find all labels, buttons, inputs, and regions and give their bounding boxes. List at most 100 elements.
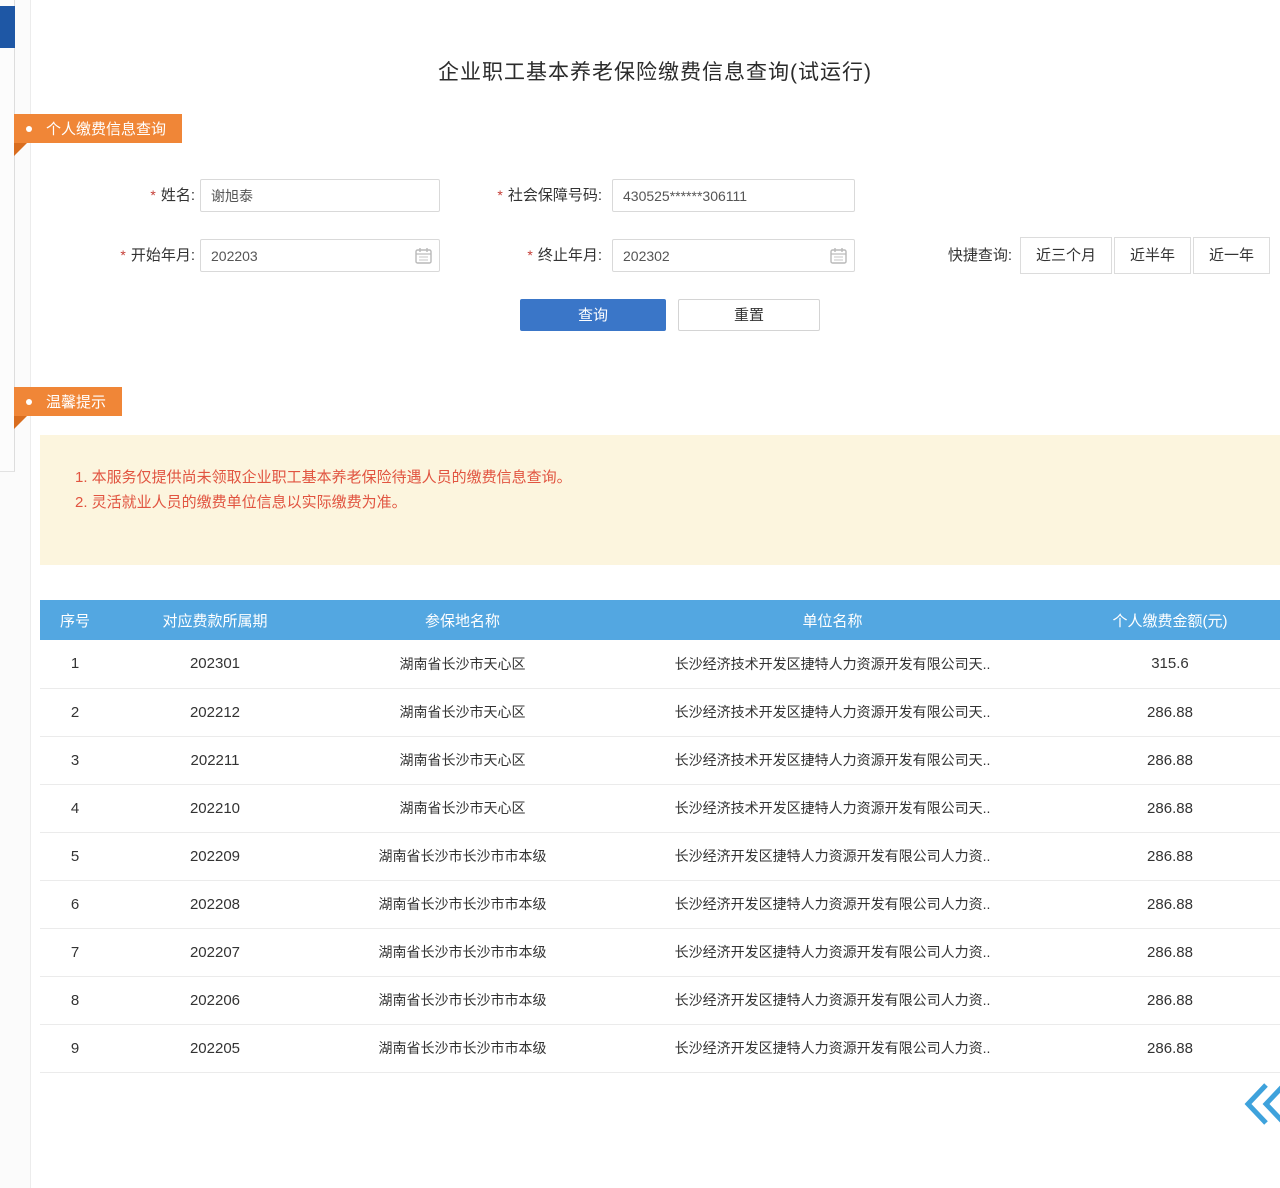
cell-place: 湖南省长沙市长沙市市本级 [320,832,605,880]
required-asterisk: * [120,247,125,263]
end-month-input[interactable] [612,239,855,272]
table-row: 3 202211 湖南省长沙市天心区 长沙经济技术开发区捷特人力资源开发有限公司… [40,736,1280,784]
required-asterisk: * [527,247,532,263]
cell-index: 9 [40,1024,110,1072]
table-row: 8 202206 湖南省长沙市长沙市市本级 长沙经济开发区捷特人力资源开发有限公… [40,976,1280,1024]
cell-unit: 长沙经济技术开发区捷特人力资源开发有限公司天.. [605,688,1060,736]
section-badge-tips: 温馨提示 [14,387,122,416]
col-header-unit: 单位名称 [605,600,1060,640]
required-asterisk: * [150,187,155,203]
cell-period: 202205 [110,1024,320,1072]
cell-place: 湖南省长沙市长沙市市本级 [320,1024,605,1072]
pension-query-page: { "page": { "title": "企业职工基本养老保险缴费信息查询(试… [0,0,1280,1188]
cell-place: 湖南省长沙市长沙市市本级 [320,880,605,928]
cell-amount: 286.88 [1060,832,1280,880]
cell-index: 7 [40,928,110,976]
cell-period: 202208 [110,880,320,928]
section-badge-label: 个人缴费信息查询 [46,118,166,139]
name-input[interactable] [200,179,440,212]
cell-index: 6 [40,880,110,928]
bullet-dot-icon [26,126,32,132]
start-month-field-wrap [200,239,440,272]
cell-unit: 长沙经济开发区捷特人力资源开发有限公司人力资.. [605,976,1060,1024]
cell-unit: 长沙经济开发区捷特人力资源开发有限公司人力资.. [605,880,1060,928]
cell-period: 202210 [110,784,320,832]
table-row: 7 202207 湖南省长沙市长沙市市本级 长沙经济开发区捷特人力资源开发有限公… [40,928,1280,976]
quick-query-label: 快捷查询: [920,241,1012,271]
start-month-label: *开始年月: [60,239,195,272]
cell-period: 202211 [110,736,320,784]
collapsed-side-panel [0,0,15,472]
cell-unit: 长沙经济技术开发区捷特人力资源开发有限公司天.. [605,640,1060,688]
table-row: 1 202301 湖南省长沙市天心区 长沙经济技术开发区捷特人力资源开发有限公司… [40,640,1280,688]
table-row: 4 202210 湖南省长沙市天心区 长沙经济技术开发区捷特人力资源开发有限公司… [40,784,1280,832]
table-row: 2 202212 湖南省长沙市天心区 长沙经济技术开发区捷特人力资源开发有限公司… [40,688,1280,736]
cell-amount: 315.6 [1060,640,1280,688]
section-badge-label: 温馨提示 [46,391,106,412]
cell-place: 湖南省长沙市天心区 [320,640,605,688]
table-header-row: 序号 对应费款所属期 参保地名称 单位名称 个人缴费金额(元) [40,600,1280,640]
quick-btn-last-half-year[interactable]: 近半年 [1114,237,1191,274]
cell-index: 5 [40,832,110,880]
double-left-chevron-icon[interactable] [1242,1080,1280,1128]
ssn-field-wrap [612,179,855,212]
cell-amount: 286.88 [1060,880,1280,928]
section-badge-personal-query: 个人缴费信息查询 [14,114,182,143]
cell-period: 202212 [110,688,320,736]
calendar-icon[interactable] [415,247,432,264]
cell-place: 湖南省长沙市长沙市市本级 [320,976,605,1024]
col-header-period: 对应费款所属期 [110,600,320,640]
reset-button[interactable]: 重置 [678,299,820,331]
start-month-input[interactable] [200,239,440,272]
cell-unit: 长沙经济开发区捷特人力资源开发有限公司人力资.. [605,928,1060,976]
cell-unit: 长沙经济开发区捷特人力资源开发有限公司人力资.. [605,832,1060,880]
tip-line-1: 1. 本服务仅提供尚未领取企业职工基本养老保险待遇人员的缴费信息查询。 [75,465,1260,490]
ssn-input[interactable] [612,179,855,212]
cell-place: 湖南省长沙市天心区 [320,736,605,784]
payment-records-table: 序号 对应费款所属期 参保地名称 单位名称 个人缴费金额(元) 1 202301… [40,600,1280,1073]
cell-place: 湖南省长沙市天心区 [320,688,605,736]
cell-amount: 286.88 [1060,1024,1280,1072]
cell-period: 202206 [110,976,320,1024]
tip-line-2: 2. 灵活就业人员的缴费单位信息以实际缴费为准。 [75,490,1260,515]
cell-amount: 286.88 [1060,928,1280,976]
col-header-place: 参保地名称 [320,600,605,640]
table-row: 9 202205 湖南省长沙市长沙市市本级 长沙经济开发区捷特人力资源开发有限公… [40,1024,1280,1072]
quick-query-group: 近三个月 近半年 近一年 [1020,237,1270,274]
required-asterisk: * [497,187,502,203]
bullet-dot-icon [26,399,32,405]
cell-period: 202207 [110,928,320,976]
cell-unit: 长沙经济技术开发区捷特人力资源开发有限公司天.. [605,784,1060,832]
cell-amount: 286.88 [1060,784,1280,832]
table-row: 6 202208 湖南省长沙市长沙市市本级 长沙经济开发区捷特人力资源开发有限公… [40,880,1280,928]
col-header-amount: 个人缴费金额(元) [1060,600,1280,640]
col-header-index: 序号 [40,600,110,640]
cell-index: 2 [40,688,110,736]
name-field-wrap [200,179,440,212]
cell-index: 3 [40,736,110,784]
cell-amount: 286.88 [1060,688,1280,736]
query-button[interactable]: 查询 [520,299,666,331]
cell-unit: 长沙经济技术开发区捷特人力资源开发有限公司天.. [605,736,1060,784]
quick-btn-last-year[interactable]: 近一年 [1193,237,1270,274]
cell-amount: 286.88 [1060,976,1280,1024]
ssn-label: *社会保障号码: [450,179,602,212]
cell-place: 湖南省长沙市长沙市市本级 [320,928,605,976]
cell-period: 202209 [110,832,320,880]
cell-index: 4 [40,784,110,832]
cell-place: 湖南省长沙市天心区 [320,784,605,832]
calendar-icon[interactable] [830,247,847,264]
cell-period: 202301 [110,640,320,688]
cell-amount: 286.88 [1060,736,1280,784]
tips-notice-box: 1. 本服务仅提供尚未领取企业职工基本养老保险待遇人员的缴费信息查询。 2. 灵… [40,435,1280,565]
cell-index: 1 [40,640,110,688]
cell-unit: 长沙经济开发区捷特人力资源开发有限公司人力资.. [605,1024,1060,1072]
quick-btn-last-3-months[interactable]: 近三个月 [1020,237,1112,274]
end-month-field-wrap [612,239,855,272]
name-label: *姓名: [60,179,195,212]
end-month-label: *终止年月: [450,239,602,272]
page-title: 企业职工基本养老保险缴费信息查询(试运行) [30,56,1280,86]
cell-index: 8 [40,976,110,1024]
scrollbar-thumb[interactable] [0,6,15,48]
table-row: 5 202209 湖南省长沙市长沙市市本级 长沙经济开发区捷特人力资源开发有限公… [40,832,1280,880]
